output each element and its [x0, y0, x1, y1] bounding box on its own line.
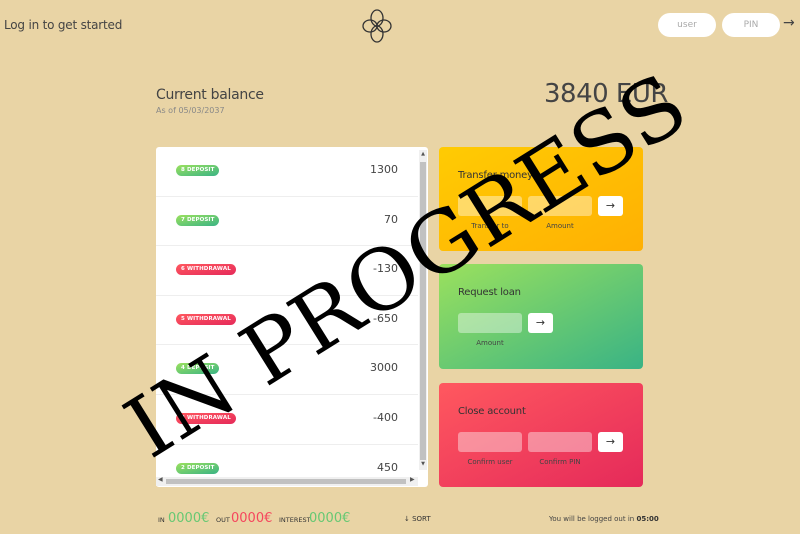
balance-date: As of 05/03/2037 — [156, 106, 225, 115]
loan-button[interactable]: → — [528, 313, 553, 333]
close-panel: Close account → Confirm user Confirm PIN — [439, 383, 643, 487]
movement-row: 7 DEPOSIT 70 — [156, 197, 418, 247]
summary-interest-value: 0000€ — [309, 511, 351, 526]
transfer-button[interactable]: → — [598, 196, 623, 216]
vertical-scroll-thumb[interactable] — [420, 162, 426, 460]
movement-type: 3 WITHDRAWAL — [176, 413, 236, 424]
summary-out-value: 0000€ — [231, 511, 273, 526]
balance-value: 3840 EUR — [544, 79, 668, 109]
movement-type: 4 DEPOSIT — [176, 363, 220, 375]
logout-text: You will be logged out in — [549, 515, 635, 523]
logout-time: 05:00 — [636, 515, 659, 523]
login-button[interactable]: → — [783, 15, 795, 31]
movement-row: 8 DEPOSIT 1300 — [156, 147, 418, 197]
summary-in-label: In — [158, 516, 165, 524]
movement-row: 4 DEPOSIT 3000 — [156, 345, 418, 395]
movement-value: -400 — [373, 411, 398, 424]
loan-panel: Request loan → Amount — [439, 264, 643, 369]
scroll-left-icon[interactable]: ◀ — [158, 476, 163, 483]
loan-amount-input[interactable] — [458, 313, 522, 333]
movement-type: 5 WITHDRAWAL — [176, 313, 236, 325]
movement-type: 8 DEPOSIT — [176, 165, 220, 176]
movements-list[interactable]: 8 DEPOSIT 1300 7 DEPOSIT 70 6 WITHDRAWAL… — [156, 147, 428, 487]
logo-icon — [362, 9, 392, 43]
balance-label: Current balance — [156, 87, 264, 103]
loan-amount-label: Amount — [476, 339, 504, 347]
movement-value: 1300 — [370, 163, 398, 176]
close-user-input[interactable] — [458, 432, 522, 452]
movement-value: 70 — [384, 212, 398, 226]
movement-row: 5 WITHDRAWAL -650 — [156, 296, 418, 346]
summary-in-value: 0000€ — [168, 511, 210, 526]
welcome-message: Log in to get started — [4, 18, 123, 32]
movement-value: 3000 — [370, 361, 398, 375]
logout-timer: You will be logged out in 05:00 — [549, 515, 659, 523]
scroll-right-icon[interactable]: ▶ — [410, 476, 415, 483]
summary-out-label: Out — [216, 516, 230, 524]
login-pin-input[interactable]: PIN — [722, 13, 780, 37]
close-pin-label: Confirm PIN — [539, 458, 581, 466]
close-user-label: Confirm user — [467, 458, 513, 466]
sort-button[interactable]: ↓ SORT — [404, 515, 431, 523]
loan-title: Request loan — [458, 287, 521, 298]
movement-row: 6 WITHDRAWAL -130 — [156, 246, 418, 296]
horizontal-scroll-thumb[interactable] — [166, 479, 406, 484]
movement-row: 3 WITHDRAWAL -400 — [156, 395, 418, 445]
transfer-amount-label: Amount — [546, 222, 574, 230]
login-user-input[interactable]: user — [658, 13, 716, 37]
scroll-down-icon[interactable]: ▼ — [420, 461, 426, 467]
movement-type: 7 DEPOSIT — [176, 214, 220, 226]
movement-type: 2 DEPOSIT — [176, 462, 220, 474]
close-button[interactable]: → — [598, 432, 623, 452]
movement-value: -650 — [373, 311, 398, 325]
movement-value: 450 — [377, 460, 398, 474]
summary-interest-label: Interest — [279, 516, 311, 524]
scroll-up-icon[interactable]: ▲ — [420, 151, 426, 157]
transfer-panel: Transfer money → Transfer to Amount — [439, 147, 643, 251]
transfer-title: Transfer money — [458, 170, 533, 181]
movement-value: -130 — [373, 262, 398, 276]
transfer-to-input[interactable] — [458, 196, 522, 216]
close-pin-input[interactable] — [528, 432, 592, 452]
transfer-to-label: Transfer to — [471, 222, 509, 230]
close-title: Close account — [458, 406, 526, 417]
movement-type: 6 WITHDRAWAL — [176, 264, 236, 276]
transfer-amount-input[interactable] — [528, 196, 592, 216]
